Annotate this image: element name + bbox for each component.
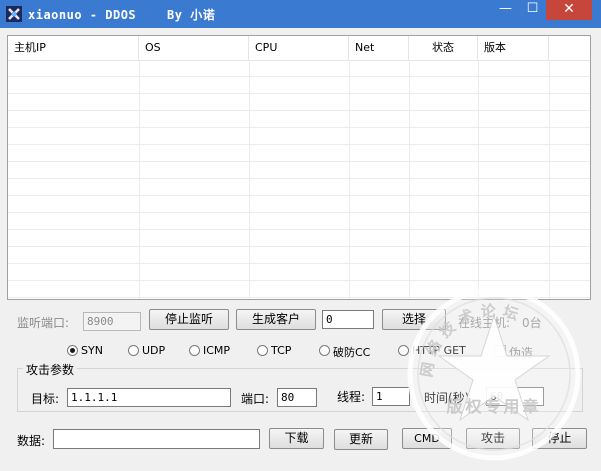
minimize-button[interactable]: — [492,0,519,20]
radio-udp[interactable] [128,345,139,356]
radio-icmp[interactable] [189,345,200,356]
listen-port-input[interactable]: 8900 [83,312,141,331]
column-header-cpu[interactable]: CPU [249,36,349,60]
generate-client-button[interactable]: 生成客户 [236,309,316,330]
close-button[interactable]: ✕ [546,0,592,20]
time-label: 时间(秒) [424,391,470,405]
port-input[interactable]: 80 [277,388,317,407]
list-rows [8,60,590,299]
attack-button[interactable]: 攻击 [466,428,520,449]
column-header-status[interactable]: 状态 [409,36,478,60]
radio-tcp[interactable] [257,345,268,356]
window-title: xiaonuo - DDOS By 小诺 [28,8,216,22]
radio-tcp-label[interactable]: TCP [271,344,291,357]
column-header-os[interactable]: OS [139,36,249,60]
radio-http-get[interactable] [398,345,409,356]
update-button[interactable]: 更新 [334,429,388,450]
attack-params-title: 攻击参数 [23,361,78,378]
radio-selected-dot [70,348,75,353]
cmd-button[interactable]: CMD [402,428,452,449]
radio-syn-label[interactable]: SYN [81,344,103,357]
maximize-button[interactable]: ☐ [519,0,546,20]
column-header-net[interactable]: Net [349,36,409,60]
port-label: 端口: [241,392,270,406]
select-button[interactable]: 选择 [382,309,446,330]
select-count-input[interactable]: 0 [322,310,374,329]
target-label: 目标: [31,392,60,406]
threads-input[interactable]: 1 [372,387,410,406]
radio-cc-label[interactable]: 破防CC [333,344,370,360]
download-button[interactable]: 下载 [269,428,324,449]
column-header-host-ip[interactable]: 主机IP [8,36,139,60]
stop-attack-button[interactable]: 停止 [532,428,587,449]
time-input[interactable]: 60 [486,387,544,406]
spoof-checkbox[interactable] [494,345,506,357]
data-input[interactable] [53,429,260,449]
title-bar[interactable]: xiaonuo - DDOS By 小诺 — ☐ ✕ [0,0,601,28]
online-hosts-count: 0台 [522,316,542,330]
radio-udp-label[interactable]: UDP [142,344,165,357]
target-input[interactable]: 1.1.1.1 [67,388,231,407]
spoof-label: 伪造 [509,346,534,360]
radio-cc[interactable] [319,345,330,356]
data-label: 数据: [17,434,46,448]
threads-label: 线程: [337,390,366,404]
app-icon [6,6,22,22]
radio-syn[interactable] [67,345,78,356]
stop-listen-button[interactable]: 停止监听 [149,309,229,330]
radio-icmp-label[interactable]: ICMP [203,344,230,357]
listen-port-label: 监听端口: [17,316,70,330]
column-header-version[interactable]: 版本 [478,36,549,60]
online-hosts-label: 在线主机: [458,316,511,330]
host-list[interactable]: 主机IP OS CPU Net 状态 版本 [7,35,591,300]
radio-http-get-label[interactable]: HTTP GET [412,344,466,357]
list-header: 主机IP OS CPU Net 状态 版本 [8,36,590,61]
